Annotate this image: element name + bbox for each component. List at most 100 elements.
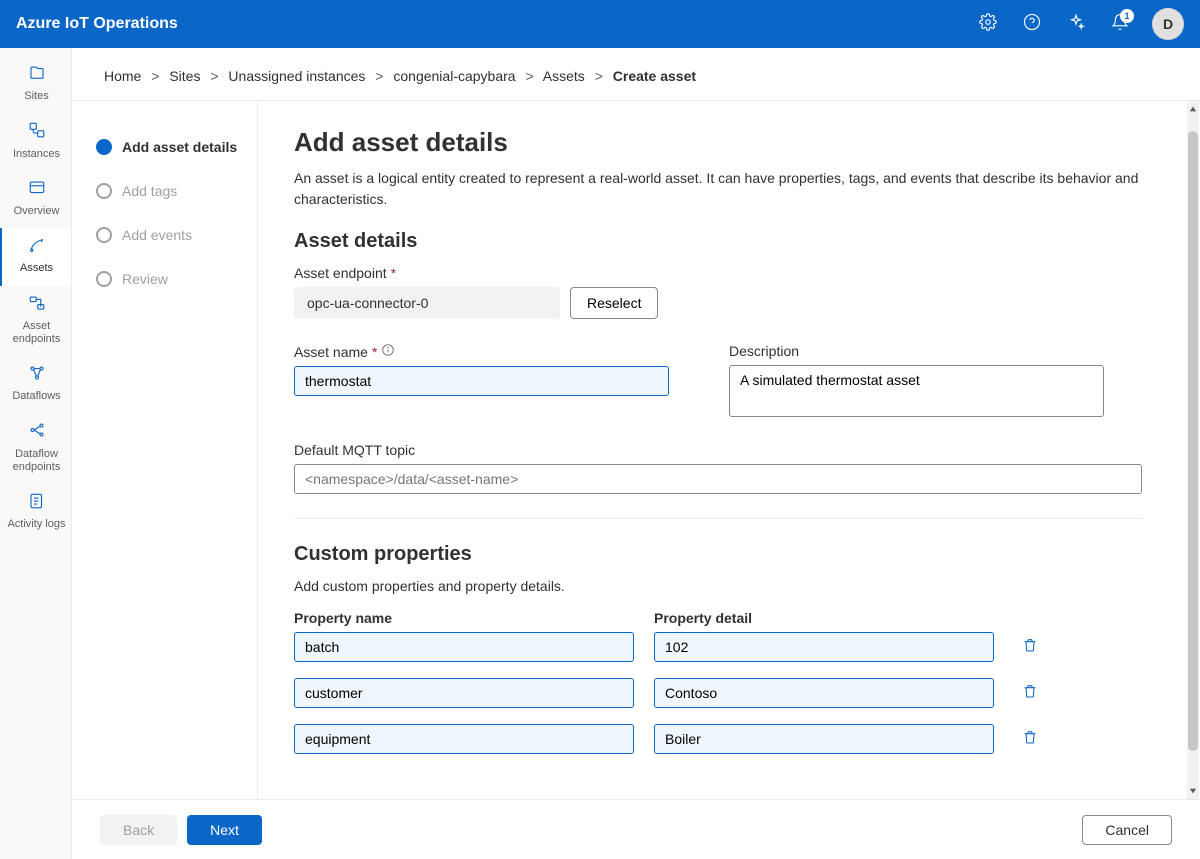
step-indicator-icon — [96, 139, 112, 155]
step-indicator-icon — [96, 227, 112, 243]
left-rail: Sites Instances Overview Assets Asset en… — [0, 48, 72, 859]
rail-label: Assets — [20, 262, 53, 275]
step-indicator-icon — [96, 271, 112, 287]
props-subtext: Add custom properties and property detai… — [294, 578, 1142, 594]
crumb-unassigned[interactable]: Unassigned instances — [228, 68, 365, 84]
col-property-detail: Property detail — [654, 610, 994, 632]
crumb-sep: > — [525, 68, 533, 84]
delete-property-button[interactable] — [1014, 729, 1046, 750]
step-label: Add asset details — [122, 139, 237, 155]
rail-item-overview[interactable]: Overview — [0, 171, 71, 228]
section-custom-props: Custom properties — [294, 543, 1142, 566]
crumb-current: Create asset — [613, 68, 696, 84]
activity-logs-icon — [28, 492, 46, 518]
required-mark: * — [391, 265, 396, 281]
rail-item-sites[interactable]: Sites — [0, 56, 71, 113]
rail-item-activity-logs[interactable]: Activity logs — [0, 484, 71, 541]
endpoint-field-label: Asset endpoint * — [294, 265, 1142, 281]
section-asset-details: Asset details — [294, 230, 1142, 253]
rail-item-dataflow-endpoints[interactable]: Dataflow endpoints — [0, 413, 71, 484]
crumb-sep: > — [151, 68, 159, 84]
trash-icon — [1022, 637, 1038, 658]
sparkle-icon — [1067, 13, 1085, 36]
topbar-actions: 1 D — [968, 4, 1184, 44]
feedback-button[interactable] — [1056, 4, 1096, 44]
scrollbar[interactable] — [1187, 101, 1199, 799]
rail-item-dataflows[interactable]: Dataflows — [0, 356, 71, 413]
property-detail-input[interactable] — [654, 678, 994, 708]
required-mark: * — [372, 344, 377, 360]
endpoint-value: opc-ua-connector-0 — [294, 287, 560, 319]
crumb-assets[interactable]: Assets — [543, 68, 585, 84]
step-indicator-icon — [96, 183, 112, 199]
reselect-button[interactable]: Reselect — [570, 287, 658, 319]
asset-name-input[interactable] — [294, 366, 669, 396]
props-rows — [294, 632, 1142, 754]
mqtt-topic-input[interactable] — [294, 464, 1142, 494]
assets-icon — [28, 236, 46, 262]
wizard-step-tags[interactable]: Add tags — [96, 169, 245, 213]
property-name-input[interactable] — [294, 632, 634, 662]
crumb-home[interactable]: Home — [104, 68, 141, 84]
help-button[interactable] — [1012, 4, 1052, 44]
notification-badge: 1 — [1120, 9, 1134, 23]
rail-label: Asset endpoints — [6, 320, 67, 346]
gear-icon — [979, 13, 997, 36]
page-intro: An asset is a logical entity created to … — [294, 168, 1142, 210]
rail-label: Dataflow endpoints — [6, 448, 67, 474]
app-shell: Sites Instances Overview Assets Asset en… — [0, 48, 1200, 859]
overview-icon — [28, 179, 46, 205]
content-row: Add asset details Add tags Add events Re… — [72, 101, 1200, 799]
property-detail-input[interactable] — [654, 632, 994, 662]
avatar[interactable]: D — [1152, 8, 1184, 40]
rail-label: Instances — [13, 148, 60, 161]
step-label: Add tags — [122, 183, 177, 199]
sites-icon — [28, 64, 46, 90]
instances-icon — [28, 121, 46, 147]
cancel-button[interactable]: Cancel — [1082, 815, 1172, 845]
step-label: Add events — [122, 227, 192, 243]
crumb-instance[interactable]: congenial-capybara — [393, 68, 515, 84]
rail-item-assets[interactable]: Assets — [0, 228, 71, 285]
breadcrumb: Home > Sites > Unassigned instances > co… — [72, 48, 1200, 101]
wizard-step-events[interactable]: Add events — [96, 213, 245, 257]
rail-label: Sites — [24, 90, 48, 103]
dataflows-icon — [28, 364, 46, 390]
crumb-sites[interactable]: Sites — [169, 68, 200, 84]
property-row — [294, 678, 1142, 708]
asset-name-label: Asset name * — [294, 343, 669, 360]
delete-property-button[interactable] — [1014, 683, 1046, 704]
back-button[interactable]: Back — [100, 815, 177, 845]
crumb-sep: > — [375, 68, 383, 84]
rail-label: Activity logs — [7, 518, 65, 531]
page-title: Add asset details — [294, 127, 1142, 158]
property-name-input[interactable] — [294, 678, 634, 708]
wizard-step-review[interactable]: Review — [96, 257, 245, 301]
step-label: Review — [122, 271, 168, 287]
form-area: Add asset details An asset is a logical … — [258, 101, 1178, 798]
rail-label: Overview — [14, 205, 60, 218]
description-label: Description — [729, 343, 1104, 359]
property-name-input[interactable] — [294, 724, 634, 754]
props-header: Property name Property detail — [294, 610, 1142, 632]
main-area: Home > Sites > Unassigned instances > co… — [72, 48, 1200, 859]
dataflow-endpoints-icon — [28, 421, 46, 447]
settings-button[interactable] — [968, 4, 1008, 44]
info-icon[interactable] — [381, 343, 395, 360]
delete-property-button[interactable] — [1014, 637, 1046, 658]
next-button[interactable]: Next — [187, 815, 262, 845]
rail-item-instances[interactable]: Instances — [0, 113, 71, 170]
rail-item-asset-endpoints[interactable]: Asset endpoints — [0, 286, 71, 357]
wizard-steps: Add asset details Add tags Add events Re… — [72, 101, 258, 799]
wizard-step-details[interactable]: Add asset details — [96, 125, 245, 169]
crumb-sep: > — [595, 68, 603, 84]
trash-icon — [1022, 729, 1038, 750]
trash-icon — [1022, 683, 1038, 704]
notifications-button[interactable]: 1 — [1100, 4, 1140, 44]
description-input[interactable] — [729, 365, 1104, 417]
crumb-sep: > — [210, 68, 218, 84]
app-title: Azure IoT Operations — [16, 15, 968, 33]
wizard-footer: Back Next Cancel — [72, 799, 1200, 859]
property-detail-input[interactable] — [654, 724, 994, 754]
rail-label: Dataflows — [12, 390, 60, 403]
